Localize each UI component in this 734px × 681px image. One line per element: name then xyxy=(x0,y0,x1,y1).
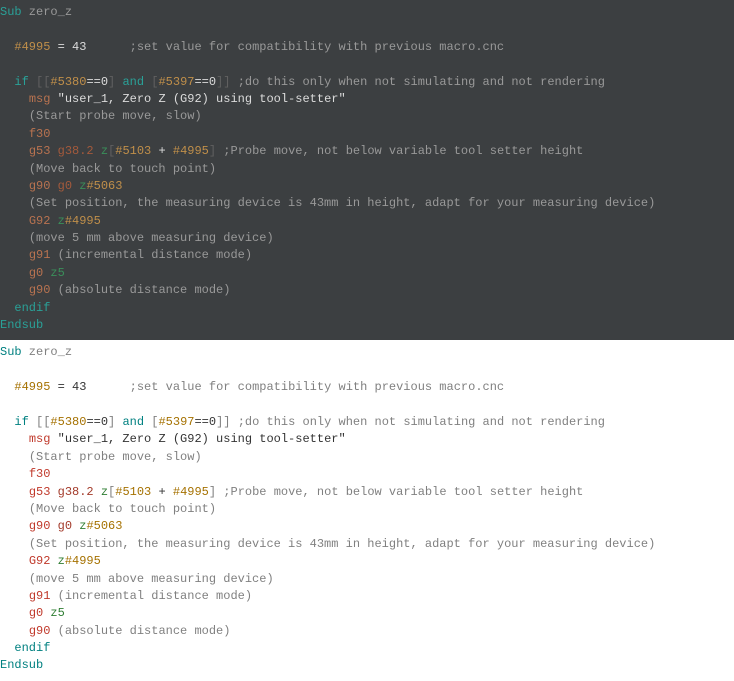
variable: #4995 xyxy=(65,554,101,568)
comment: ;do this only when not simulating and no… xyxy=(231,75,605,89)
keyword-if: if xyxy=(14,75,28,89)
variable: #5380 xyxy=(50,75,86,89)
number: 0 xyxy=(101,415,108,429)
keyword-and: and xyxy=(115,415,151,429)
gcode: g38.2 xyxy=(50,144,93,158)
number: 0 xyxy=(209,75,216,89)
code-block-dark: Sub zero_z #4995 = 43 ;set value for com… xyxy=(0,0,734,340)
number: 0 xyxy=(101,75,108,89)
variable: #5103 xyxy=(115,485,151,499)
variable: #5063 xyxy=(86,519,122,533)
keyword-endif: endif xyxy=(14,301,50,315)
gcode: g90 xyxy=(29,283,51,297)
axis: z xyxy=(94,485,108,499)
comment: (Set position, the measuring device is 4… xyxy=(29,537,656,551)
gcode: g90 xyxy=(29,519,51,533)
axis: z xyxy=(72,519,86,533)
comment: ;Probe move, not below variable tool set… xyxy=(216,485,583,499)
axis: z xyxy=(50,554,64,568)
comment: (incremental distance mode) xyxy=(50,248,252,262)
keyword-if: if xyxy=(14,415,28,429)
gcode: g38.2 xyxy=(50,485,93,499)
comment: (Start probe move, slow) xyxy=(29,450,202,464)
comment: ;set value for compatibility with previo… xyxy=(130,40,504,54)
comment: ;do this only when not simulating and no… xyxy=(231,415,605,429)
keyword-sub: Sub xyxy=(0,5,22,19)
comment: (absolute distance mode) xyxy=(50,283,230,297)
keyword-endif: endif xyxy=(14,641,50,655)
comment: ;Probe move, not below variable tool set… xyxy=(216,144,583,158)
number: 43 xyxy=(72,380,86,394)
axis: z5 xyxy=(43,266,65,280)
number: 0 xyxy=(209,415,216,429)
gcode: g0 xyxy=(50,519,72,533)
comment: (Move back to touch point) xyxy=(29,162,216,176)
keyword-sub: Sub xyxy=(0,345,22,359)
gcode-msg: msg xyxy=(29,432,51,446)
variable: #5397 xyxy=(158,75,194,89)
comment: (move 5 mm above measuring device) xyxy=(29,231,274,245)
operator: == xyxy=(194,75,208,89)
axis: z5 xyxy=(43,606,65,620)
keyword-endsub: Endsub xyxy=(0,658,43,672)
operator: = xyxy=(50,40,72,54)
code-block-light: Sub zero_z #4995 = 43 ;set value for com… xyxy=(0,340,734,680)
comment: (Start probe move, slow) xyxy=(29,109,202,123)
variable: #5103 xyxy=(115,144,151,158)
operator: + xyxy=(151,144,173,158)
gcode: g0 xyxy=(29,606,43,620)
bracket: [[ xyxy=(29,415,51,429)
comment: (Set position, the measuring device is 4… xyxy=(29,196,656,210)
comment: (move 5 mm above measuring device) xyxy=(29,572,274,586)
operator: == xyxy=(194,415,208,429)
comment: ;set value for compatibility with previo… xyxy=(130,380,504,394)
gcode: g91 xyxy=(29,589,51,603)
bracket: ]] xyxy=(216,75,230,89)
sub-name: zero_z xyxy=(22,345,72,359)
axis: z xyxy=(72,179,86,193)
operator: = xyxy=(50,380,72,394)
bracket: ] xyxy=(209,144,216,158)
number: 43 xyxy=(72,40,86,54)
gcode: g53 xyxy=(29,485,51,499)
gcode: g0 xyxy=(29,266,43,280)
gcode: G92 xyxy=(29,214,51,228)
axis: z xyxy=(94,144,108,158)
variable: #4995 xyxy=(14,40,50,54)
variable: #4995 xyxy=(65,214,101,228)
variable: #5397 xyxy=(158,415,194,429)
gcode: g0 xyxy=(50,179,72,193)
axis: z xyxy=(50,214,64,228)
string: "user_1, Zero Z (G92) using tool-setter" xyxy=(50,432,345,446)
pad xyxy=(86,40,129,54)
sub-name: zero_z xyxy=(22,5,72,19)
gcode: G92 xyxy=(29,554,51,568)
bracket: ]] xyxy=(216,415,230,429)
string: "user_1, Zero Z (G92) using tool-setter" xyxy=(50,92,345,106)
variable: #5063 xyxy=(86,179,122,193)
gcode: f30 xyxy=(29,127,51,141)
comment: (incremental distance mode) xyxy=(50,589,252,603)
operator: == xyxy=(86,75,100,89)
variable: #4995 xyxy=(173,144,209,158)
variable: #4995 xyxy=(173,485,209,499)
pad xyxy=(86,380,129,394)
comment: (Move back to touch point) xyxy=(29,502,216,516)
operator: + xyxy=(151,485,173,499)
variable: #4995 xyxy=(14,380,50,394)
variable: #5380 xyxy=(50,415,86,429)
gcode: g90 xyxy=(29,179,51,193)
operator: == xyxy=(86,415,100,429)
gcode: f30 xyxy=(29,467,51,481)
bracket: ] xyxy=(209,485,216,499)
gcode-msg: msg xyxy=(29,92,51,106)
keyword-endsub: Endsub xyxy=(0,318,43,332)
keyword-and: and xyxy=(115,75,151,89)
gcode: g91 xyxy=(29,248,51,262)
gcode: g53 xyxy=(29,144,51,158)
bracket: [[ xyxy=(29,75,51,89)
